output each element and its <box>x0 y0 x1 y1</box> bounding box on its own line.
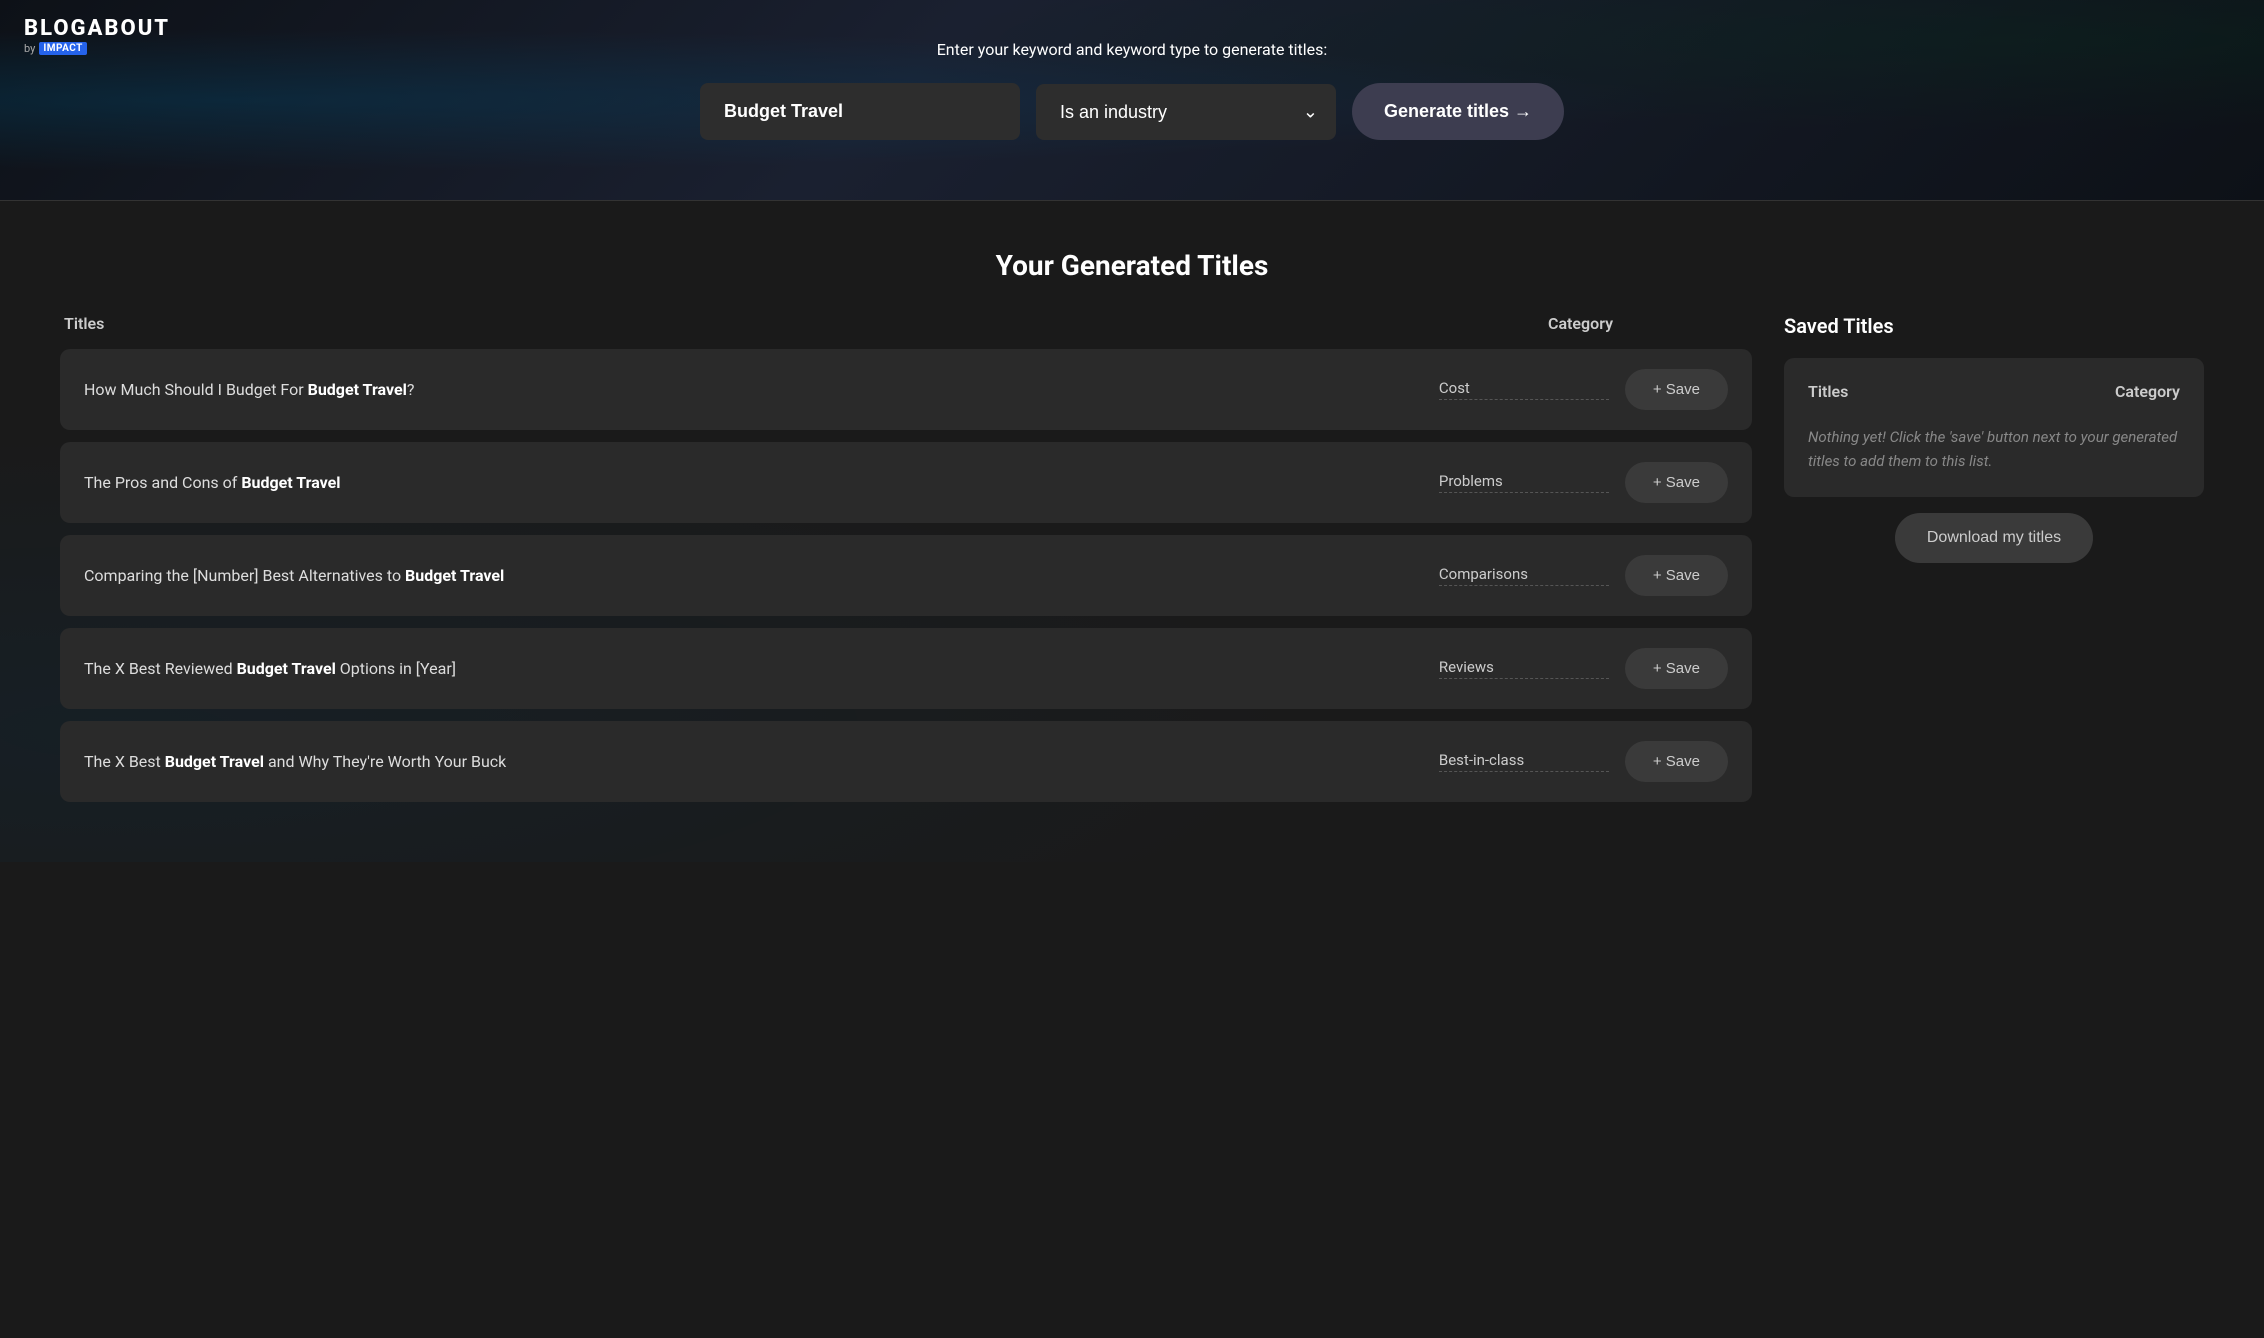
category-name-2: Problems <box>1439 472 1609 490</box>
save-button-4[interactable]: + Save <box>1625 648 1728 689</box>
main-content: Your Generated Titles Titles Category Ho… <box>0 201 2264 862</box>
titles-column: Titles Category How Much Should I Budget… <box>60 314 1752 814</box>
category-name-1: Cost <box>1439 379 1609 397</box>
download-titles-button[interactable]: Download my titles <box>1895 513 2093 563</box>
col-header: Titles Category <box>60 314 1752 333</box>
category-name-4: Reviews <box>1439 658 1609 676</box>
save-button-5[interactable]: + Save <box>1625 741 1728 782</box>
title-category-5: Best-in-class <box>1439 751 1609 772</box>
title-prefix-4: The X Best Reviewed <box>84 659 237 678</box>
title-suffix-1: ? <box>407 380 415 399</box>
title-category-2: Problems <box>1439 472 1609 493</box>
title-category-1: Cost <box>1439 379 1609 400</box>
category-underline-3 <box>1439 585 1609 586</box>
empty-saved-message: Nothing yet! Click the 'save' button nex… <box>1808 425 2180 473</box>
keyword-type-wrapper[interactable]: Is an industry Is a product Is a service… <box>1036 84 1336 140</box>
title-text-3: Comparing the [Number] Best Alternatives… <box>84 564 1423 588</box>
category-name-5: Best-in-class <box>1439 751 1609 769</box>
title-text-1: How Much Should I Budget For Budget Trav… <box>84 378 1423 402</box>
table-row: The X Best Budget Travel and Why They're… <box>60 721 1752 802</box>
saved-col-header: Titles Category <box>1808 382 2180 409</box>
col-header-category: Category <box>1548 314 1748 333</box>
title-category-3: Comparisons <box>1439 565 1609 586</box>
saved-column: Saved Titles Titles Category Nothing yet… <box>1784 314 2204 814</box>
title-bold-5: Budget Travel <box>165 752 264 771</box>
title-suffix-5: and Why They're Worth Your Buck <box>264 752 506 771</box>
title-prefix-1: How Much Should I Budget For <box>84 380 308 399</box>
columns-layout: Titles Category How Much Should I Budget… <box>60 314 2204 814</box>
title-category-4: Reviews <box>1439 658 1609 679</box>
title-text-2: The Pros and Cons of Budget Travel <box>84 471 1423 495</box>
save-button-2[interactable]: + Save <box>1625 462 1728 503</box>
title-text-5: The X Best Budget Travel and Why They're… <box>84 750 1423 774</box>
category-underline-5 <box>1439 771 1609 772</box>
controls-row: Is an industry Is a product Is a service… <box>700 83 1564 140</box>
title-prefix-2: The Pros and Cons of <box>84 473 241 492</box>
title-bold-4: Budget Travel <box>237 659 336 678</box>
table-row: The X Best Reviewed Budget Travel Option… <box>60 628 1752 709</box>
hero-section: Enter your keyword and keyword type to g… <box>0 0 2264 200</box>
title-prefix-5: The X Best <box>84 752 165 771</box>
header-content: Enter your keyword and keyword type to g… <box>0 0 2264 190</box>
header-instruction: Enter your keyword and keyword type to g… <box>937 40 1328 59</box>
category-underline-2 <box>1439 492 1609 493</box>
title-bold-2: Budget Travel <box>241 473 340 492</box>
saved-panel: Titles Category Nothing yet! Click the '… <box>1784 358 2204 497</box>
table-row: The Pros and Cons of Budget Travel Probl… <box>60 442 1752 523</box>
section-title: Your Generated Titles <box>60 249 2204 282</box>
category-underline-1 <box>1439 399 1609 400</box>
generate-titles-button[interactable]: Generate titles → <box>1352 83 1564 140</box>
table-row: How Much Should I Budget For Budget Trav… <box>60 349 1752 430</box>
title-text-4: The X Best Reviewed Budget Travel Option… <box>84 657 1423 681</box>
title-bold-3: Budget Travel <box>405 566 504 585</box>
category-name-3: Comparisons <box>1439 565 1609 583</box>
keyword-type-select[interactable]: Is an industry Is a product Is a service… <box>1036 84 1336 140</box>
title-suffix-4: Options in [Year] <box>336 659 456 678</box>
saved-col-header-titles: Titles <box>1808 382 1848 401</box>
saved-col-header-category: Category <box>2115 382 2180 401</box>
save-button-1[interactable]: + Save <box>1625 369 1728 410</box>
col-header-titles: Titles <box>64 314 1548 333</box>
title-bold-1: Budget Travel <box>308 380 407 399</box>
title-prefix-3: Comparing the [Number] Best Alternatives… <box>84 566 405 585</box>
saved-titles-header: Saved Titles <box>1784 314 2204 338</box>
table-row: Comparing the [Number] Best Alternatives… <box>60 535 1752 616</box>
category-underline-4 <box>1439 678 1609 679</box>
keyword-input[interactable] <box>700 83 1020 140</box>
save-button-3[interactable]: + Save <box>1625 555 1728 596</box>
